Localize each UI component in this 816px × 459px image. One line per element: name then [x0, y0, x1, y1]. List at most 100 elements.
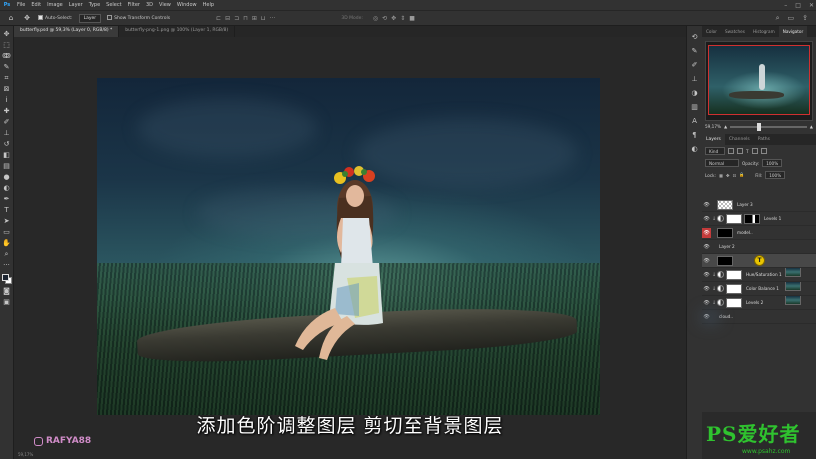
eraser-icon[interactable]: ◧ — [2, 150, 12, 160]
tab-butterfly-psd[interactable]: butterfly.psd @ 59,3% (Layer 0, RGB/8) * — [14, 26, 120, 37]
home-icon[interactable]: ⌂ — [6, 13, 16, 23]
3d-roll-icon[interactable]: ⟲ — [382, 15, 387, 22]
shape-filter-icon[interactable] — [751, 148, 758, 154]
clone-source-icon[interactable]: ⊥ — [690, 74, 700, 84]
opacity-input[interactable]: 100% — [762, 159, 783, 167]
3d-slide-icon[interactable]: ⇕ — [400, 15, 405, 22]
layer-row[interactable]: 👁cloud.. — [702, 310, 816, 324]
show-transform-checkbox[interactable]: Show Transform Controls — [107, 15, 170, 21]
visibility-eye-icon[interactable]: 👁 — [702, 300, 711, 306]
visibility-eye-icon[interactable]: 👁 — [702, 286, 711, 292]
fill-input[interactable]: 100% — [765, 171, 786, 179]
lock-position-icon[interactable]: ✥ — [726, 173, 730, 178]
document-canvas[interactable] — [97, 78, 600, 415]
align-right-icon[interactable]: ⊐ — [234, 15, 239, 22]
more-options-icon[interactable]: ··· — [270, 15, 276, 22]
tab-swatches[interactable]: Swatches — [721, 26, 749, 37]
menu-type[interactable]: Type — [86, 2, 103, 8]
stamp-icon[interactable]: ⊥ — [2, 128, 12, 138]
zoom-icon[interactable]: ⌕ — [2, 249, 12, 259]
adjustment-filter-icon[interactable] — [737, 148, 743, 154]
align-left-icon[interactable]: ⊏ — [216, 15, 221, 22]
kind-filter-dropdown[interactable]: Kind — [705, 147, 725, 155]
blur-icon[interactable]: ● — [2, 172, 12, 182]
visibility-eye-icon[interactable]: 👁 — [702, 202, 711, 208]
tab-navigator[interactable]: Navigator — [778, 26, 808, 37]
glyphs-icon[interactable]: ◐ — [690, 144, 700, 154]
align-middle-icon[interactable]: ⊞ — [252, 15, 257, 22]
tab-color[interactable]: Color — [702, 26, 721, 37]
close-icon[interactable]: ✕ — [809, 2, 814, 9]
smart-filter-icon[interactable] — [760, 148, 767, 154]
more-tools-icon[interactable]: ··· — [2, 260, 12, 270]
auto-select-dropdown[interactable]: Layer — [78, 13, 102, 23]
quick-mask-icon[interactable]: ◙ — [2, 286, 12, 296]
type-filter-icon[interactable]: T — [746, 149, 749, 154]
canvas-area[interactable]: 添加色阶调整图层 剪切至背景图层 RAFYA88 — [14, 37, 686, 459]
frame-icon[interactable]: ⊠ — [2, 84, 12, 94]
search-icon[interactable]: ⌕ — [776, 14, 780, 23]
menu-window[interactable]: Window — [174, 2, 200, 8]
3d-orbit-icon[interactable]: ◎ — [373, 15, 378, 22]
zoom-slider[interactable] — [730, 122, 807, 131]
shape-icon[interactable]: ▭ — [2, 227, 12, 237]
navigator-view-box[interactable] — [708, 45, 810, 115]
menu-3d[interactable]: 3D — [143, 2, 156, 8]
marquee-icon[interactable]: ⬚ — [2, 40, 12, 50]
move-tool-icon[interactable]: ✥ — [22, 13, 32, 23]
layer-row[interactable]: 👁 model.. — [702, 226, 816, 277]
dodge-icon[interactable]: ◐ — [2, 183, 12, 193]
layer-row[interactable]: 👁 Layer 2 — [702, 240, 816, 291]
tab-butterfly-png[interactable]: butterfly-png-1.png @ 100% (Layer 1, RGB… — [119, 26, 236, 37]
lock-all-icon[interactable]: 🔒 — [739, 172, 744, 178]
layer-row[interactable]: 👁 T — [702, 254, 816, 305]
color-swatches[interactable] — [1, 273, 13, 285]
tab-layers[interactable]: Layers — [702, 134, 725, 145]
layer-thumbnail[interactable] — [726, 283, 742, 294]
properties-icon[interactable]: ▥ — [690, 102, 700, 112]
visibility-eye-icon[interactable]: 👁 — [702, 216, 711, 222]
brush-settings-icon[interactable]: ✎ — [690, 46, 700, 56]
navigator-preview[interactable] — [705, 41, 813, 121]
layer-row[interactable]: 👁 ↓ Color Balance 1 — [702, 282, 816, 296]
paragraph-icon[interactable]: ¶ — [690, 130, 700, 140]
menu-edit[interactable]: Edit — [28, 2, 44, 8]
crop-icon[interactable]: ⌗ — [2, 73, 12, 83]
workspace-icon[interactable]: ▭ — [788, 14, 795, 23]
share-icon[interactable]: ⇪ — [802, 14, 808, 23]
visibility-eye-icon[interactable]: 👁 — [702, 272, 711, 278]
blend-mode-dropdown[interactable]: Normal — [705, 159, 739, 167]
eyedropper-icon[interactable]: ⅰ — [2, 95, 12, 105]
hand-icon[interactable]: ✋ — [2, 238, 12, 248]
3d-pan-icon[interactable]: ✥ — [391, 15, 396, 22]
visibility-eye-icon[interactable]: 👁 — [702, 244, 711, 250]
3d-camera-icon[interactable]: ■ — [409, 15, 415, 22]
layer-thumbnail[interactable] — [717, 199, 733, 210]
tab-histogram[interactable]: Histogram — [749, 26, 779, 37]
layer-thumbnail[interactable] — [726, 297, 742, 308]
healing-icon[interactable]: ✚ — [2, 106, 12, 116]
type-icon[interactable]: T — [2, 205, 12, 215]
tab-paths[interactable]: Paths — [754, 134, 774, 145]
move-icon[interactable]: ✥ — [2, 29, 12, 39]
layer-row[interactable]: 👁 ↓ Levels 1 — [702, 212, 816, 226]
pen-icon[interactable]: ✒ — [2, 194, 12, 204]
character-icon[interactable]: A — [690, 116, 700, 126]
foreground-color[interactable] — [1, 274, 9, 281]
zoom-slider-knob[interactable] — [757, 122, 762, 131]
layer-mask-thumbnail[interactable] — [717, 227, 733, 238]
history-brush-icon[interactable]: ↺ — [2, 139, 12, 149]
layer-thumbnail[interactable] — [726, 213, 742, 224]
auto-select-checkbox[interactable]: Auto-Select: — [38, 15, 73, 21]
visibility-eye-icon[interactable]: 👁 — [702, 227, 711, 238]
menu-select[interactable]: Select — [103, 2, 124, 8]
layer-row[interactable]: 👁 ↓ Levels 2 — [702, 296, 816, 310]
path-select-icon[interactable]: ➤ — [2, 216, 12, 226]
lock-pixels-icon[interactable]: ▦ — [719, 173, 723, 178]
screen-mode-icon[interactable]: ▣ — [2, 297, 12, 307]
minimize-icon[interactable]: – — [784, 2, 787, 9]
menu-image[interactable]: Image — [44, 2, 66, 8]
quick-select-icon[interactable]: ✎ — [2, 62, 12, 72]
menu-file[interactable]: File — [14, 2, 28, 8]
lasso-icon[interactable]: ↂ — [2, 51, 12, 61]
